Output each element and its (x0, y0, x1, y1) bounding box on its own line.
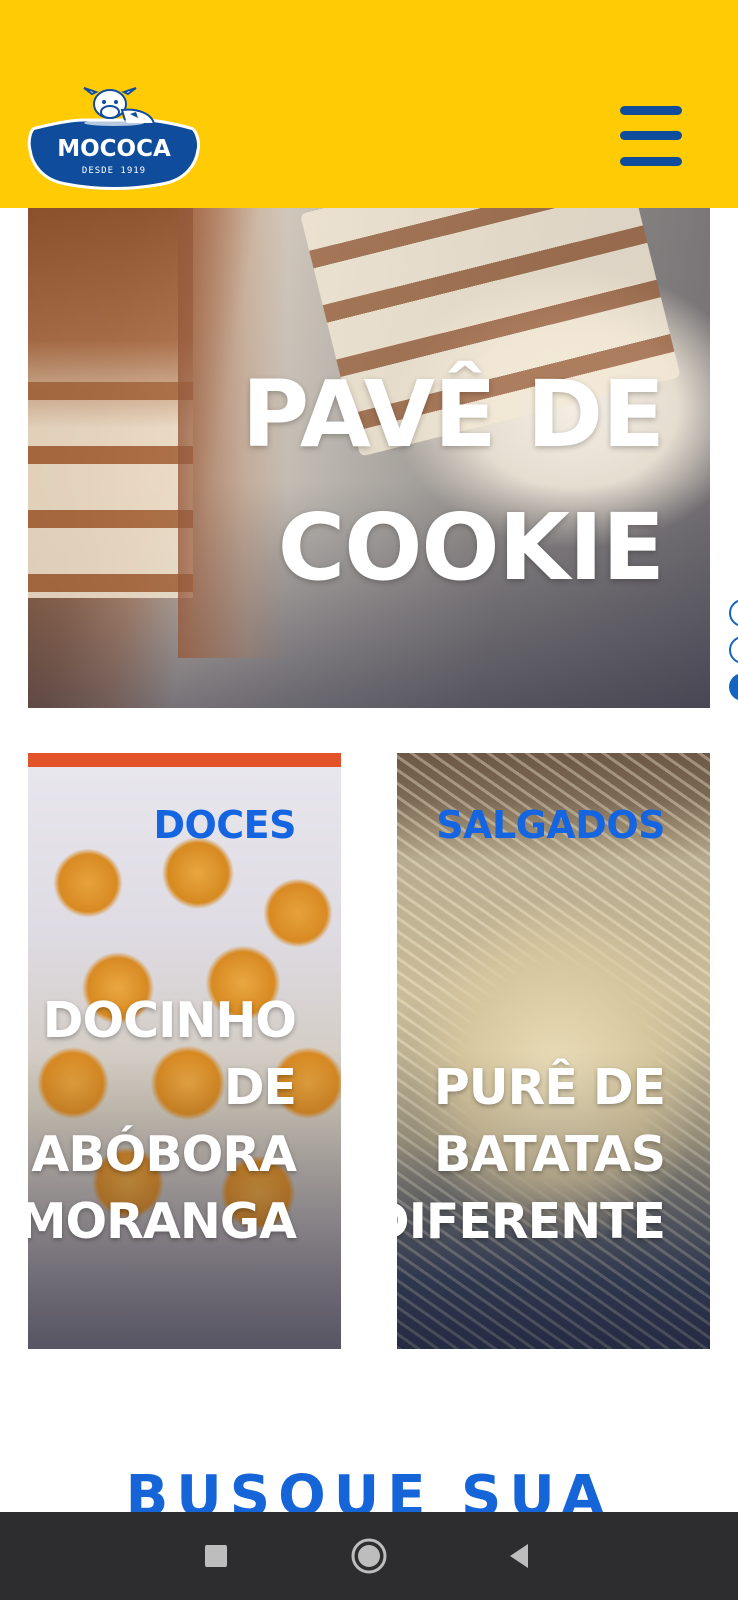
hero-recipe-title: PAVÊ DE COOKIE (241, 361, 665, 601)
recipe-card-title: DOCINHO DE ABÓBORA MORANGA (28, 992, 297, 1250)
menu-bar-middle (620, 131, 682, 140)
logo-brand-text: MOCOCA (57, 136, 171, 162)
menu-bar-top (620, 106, 682, 115)
logo-tagline-text: DESDE 1919 (81, 166, 147, 176)
hamburger-menu-icon[interactable] (616, 100, 686, 176)
slider-dot-3-active[interactable] (729, 673, 738, 701)
category-label[interactable]: SALGADOS (436, 803, 665, 847)
recipe-card-title: PURÊ DE BATATAS DIFERENTE (397, 1059, 666, 1250)
slider-dot-2[interactable] (729, 636, 738, 664)
category-label[interactable]: DOCES (153, 803, 296, 847)
top-header: MOCOCA DESDE 1919 (0, 0, 738, 208)
hero-recipe-card[interactable]: PAVÊ DE COOKIE (28, 208, 710, 708)
slider-dot-1[interactable] (729, 599, 738, 627)
triangle-back-icon[interactable] (498, 1534, 542, 1578)
menu-bar-bottom (620, 157, 682, 166)
mococa-logo[interactable]: MOCOCA DESDE 1919 (26, 84, 202, 192)
recipe-card-doces[interactable]: DOCES DOCINHO DE ABÓBORA MORANGA (28, 753, 341, 1349)
circle-home-icon[interactable] (347, 1534, 391, 1578)
system-nav-bar (0, 1512, 738, 1600)
square-recents-icon[interactable] (194, 1534, 238, 1578)
recipe-card-salgados[interactable]: SALGADOS PURÊ DE BATATAS DIFERENTE (397, 753, 710, 1349)
